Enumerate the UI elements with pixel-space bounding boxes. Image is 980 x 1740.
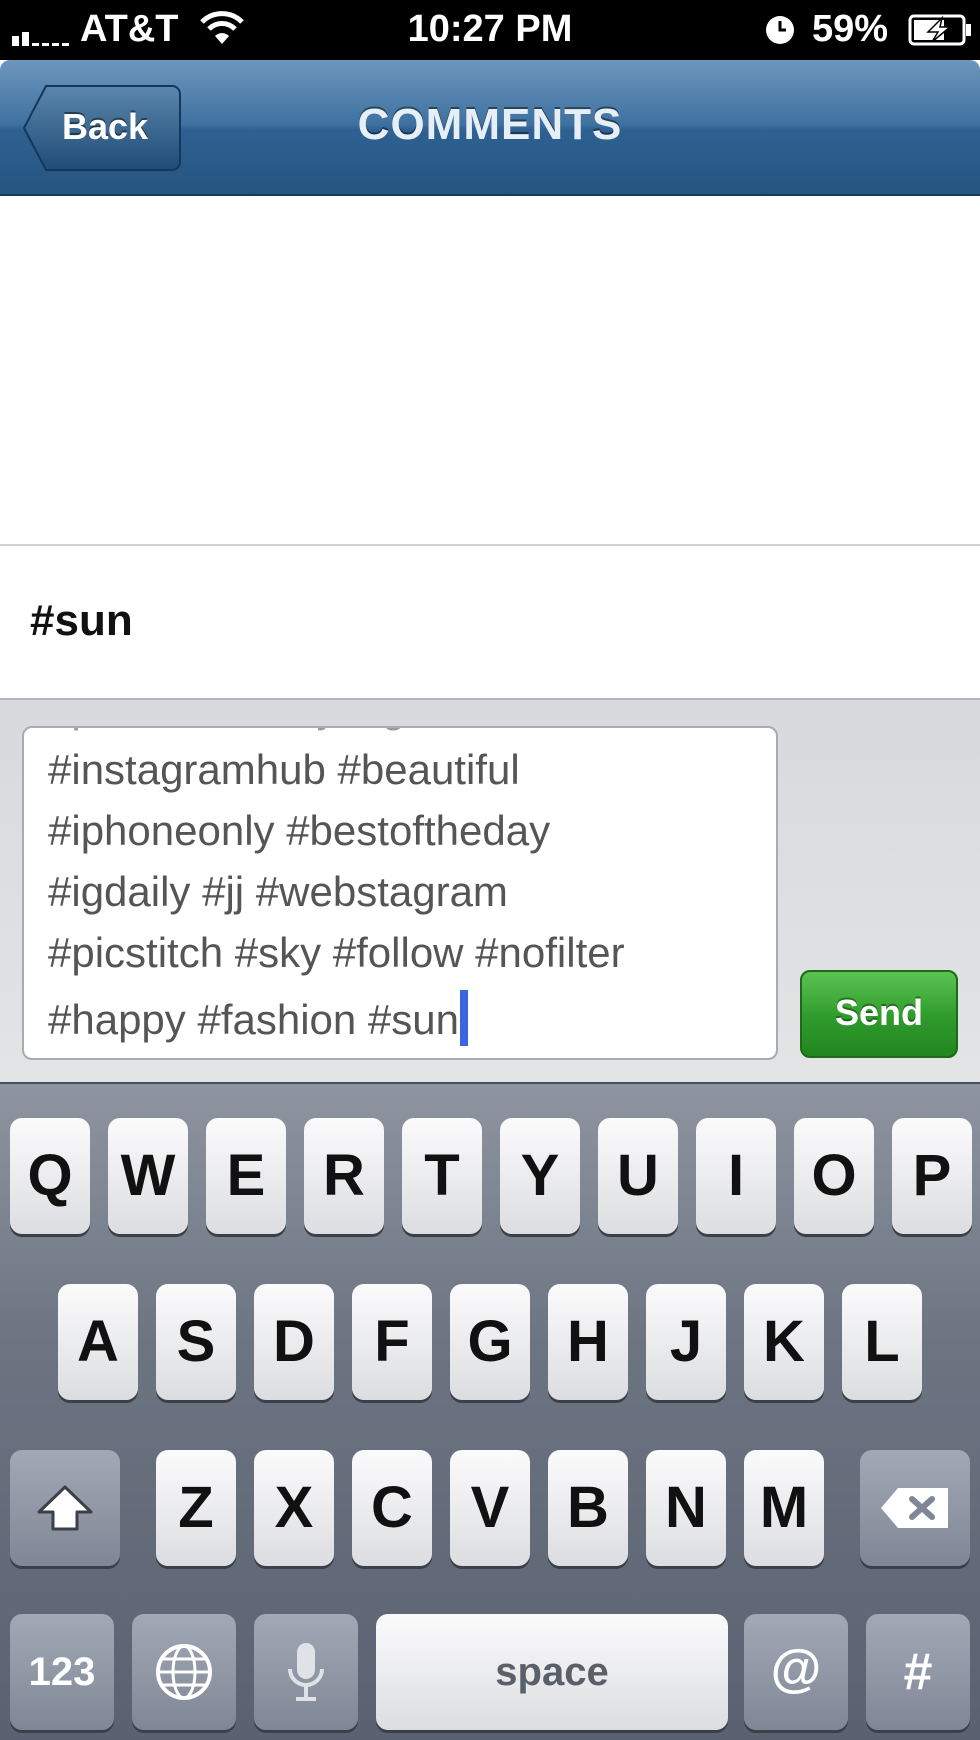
dictation-key[interactable] bbox=[254, 1614, 358, 1730]
key-y[interactable]: Y bbox=[500, 1118, 580, 1234]
key-j[interactable]: J bbox=[646, 1284, 726, 1400]
key-k[interactable]: K bbox=[744, 1284, 824, 1400]
hash-key[interactable]: # bbox=[866, 1614, 970, 1730]
key-p[interactable]: P bbox=[892, 1118, 972, 1234]
battery-charging-icon bbox=[908, 14, 971, 46]
clock-icon bbox=[766, 16, 794, 44]
key-f[interactable]: F bbox=[352, 1284, 432, 1400]
status-bar: AT&T 10:27 PM 59% bbox=[0, 0, 980, 60]
page-title: COMMENTS bbox=[357, 100, 623, 149]
input-line: #happy #fashion #sun bbox=[48, 996, 459, 1043]
microphone-icon bbox=[288, 1643, 324, 1701]
key-n[interactable]: N bbox=[646, 1450, 726, 1566]
numbers-key[interactable]: 123 bbox=[10, 1614, 114, 1730]
globe-icon bbox=[156, 1644, 212, 1700]
input-line: #picstitch #sky #follow #nofilter bbox=[48, 929, 625, 976]
input-line: #igdaily #jj #webstagram bbox=[48, 868, 508, 915]
text-cursor bbox=[460, 990, 468, 1046]
backspace-icon bbox=[881, 1488, 948, 1528]
comment-item: #sun bbox=[0, 546, 980, 698]
scrolled-text-fragment: #photooftheday #igers #cute bbox=[48, 728, 578, 732]
navigation-bar: Back COMMENTS bbox=[0, 60, 980, 196]
key-d[interactable]: D bbox=[254, 1284, 334, 1400]
shift-arrow-icon bbox=[37, 1485, 93, 1531]
key-v[interactable]: V bbox=[450, 1450, 530, 1566]
key-e[interactable]: E bbox=[206, 1118, 286, 1234]
key-z[interactable]: Z bbox=[156, 1450, 236, 1566]
key-q[interactable]: Q bbox=[10, 1118, 90, 1234]
key-c[interactable]: C bbox=[352, 1450, 432, 1566]
battery-percent: 59% bbox=[812, 8, 889, 50]
key-l[interactable]: L bbox=[842, 1284, 922, 1400]
key-r[interactable]: R bbox=[304, 1118, 384, 1234]
key-s[interactable]: S bbox=[156, 1284, 236, 1400]
key-h[interactable]: H bbox=[548, 1284, 628, 1400]
key-x[interactable]: X bbox=[254, 1450, 334, 1566]
at-key[interactable]: @ bbox=[744, 1614, 848, 1730]
key-g[interactable]: G bbox=[450, 1284, 530, 1400]
comments-list bbox=[0, 196, 980, 544]
key-m[interactable]: M bbox=[744, 1450, 824, 1566]
space-key[interactable]: space bbox=[376, 1614, 728, 1730]
key-i[interactable]: I bbox=[696, 1118, 776, 1234]
comment-composer: #photooftheday #igers #cute #instagramhu… bbox=[0, 698, 980, 1082]
key-o[interactable]: O bbox=[794, 1118, 874, 1234]
comment-text: #sun bbox=[30, 596, 133, 645]
backspace-key[interactable] bbox=[860, 1450, 970, 1566]
input-line-last: #happy #fashion #sun bbox=[48, 990, 468, 1046]
send-button[interactable]: Send bbox=[800, 970, 958, 1058]
keyboard: Q W E R T Y U I O P A S D F G H J K L Z … bbox=[0, 1082, 980, 1740]
key-t[interactable]: T bbox=[402, 1118, 482, 1234]
key-u[interactable]: U bbox=[598, 1118, 678, 1234]
key-w[interactable]: W bbox=[108, 1118, 188, 1234]
input-line: #instagramhub #beautiful bbox=[48, 746, 520, 793]
key-b[interactable]: B bbox=[548, 1450, 628, 1566]
input-line: #iphoneonly #bestoftheday bbox=[48, 807, 551, 854]
key-a[interactable]: A bbox=[58, 1284, 138, 1400]
globe-key[interactable] bbox=[132, 1614, 236, 1730]
comment-input[interactable]: #photooftheday #igers #cute #instagramhu… bbox=[22, 726, 778, 1060]
shift-key[interactable] bbox=[10, 1450, 120, 1566]
